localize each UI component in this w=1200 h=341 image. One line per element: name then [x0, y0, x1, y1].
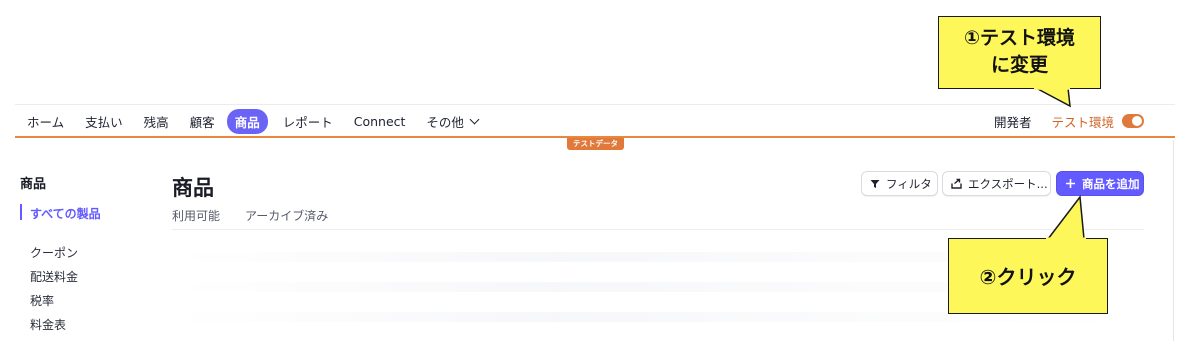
test-mode-label: テスト環境	[1051, 114, 1114, 130]
nav-item-connect[interactable]: Connect	[354, 114, 406, 129]
content-right-border	[1173, 140, 1174, 341]
callout-click-tail	[1046, 195, 1086, 241]
filter-button[interactable]: フィルタ	[861, 171, 938, 196]
sidebar-item-all-products[interactable]: すべての製品	[30, 205, 101, 222]
nav-item-products[interactable]: 商品	[226, 108, 268, 134]
export-upload-icon	[951, 178, 962, 189]
filter-funnel-icon	[870, 179, 880, 188]
callout-test-mode: ①テスト環境 に変更	[938, 16, 1101, 89]
sidebar-title: 商品	[20, 177, 47, 192]
nav-item-payments[interactable]: 支払い	[85, 112, 123, 131]
test-mode-toggle[interactable]	[1122, 114, 1144, 128]
callout-test-mode-line1: ①テスト環境	[963, 27, 1076, 49]
filter-button-label: フィルタ	[886, 176, 932, 191]
nav-item-more[interactable]: その他	[426, 112, 480, 131]
sidebar-item-pricing-tables[interactable]: 料金表	[30, 316, 66, 333]
sidebar-item-tax-rates[interactable]: 税率	[30, 292, 54, 309]
nav-right: 開発者 テスト環境	[994, 105, 1144, 137]
developers-link[interactable]: 開発者	[994, 112, 1032, 131]
export-button[interactable]: エクスポート...	[942, 171, 1051, 196]
page-title: 商品	[172, 176, 214, 200]
nav-items: ホーム 支払い 残高 顧客 商品 レポート Connect その他	[15, 105, 486, 137]
top-navigation: ホーム 支払い 残高 顧客 商品 レポート Connect その他 開発者 テス…	[15, 104, 1175, 138]
add-product-button[interactable]: 商品を追加	[1056, 171, 1144, 196]
test-data-badge: テストデータ	[567, 138, 624, 150]
tab-available[interactable]: 利用可能	[172, 207, 220, 224]
callout-click: ②クリック	[948, 238, 1108, 314]
tab-divider	[172, 229, 1144, 230]
sidebar-active-indicator	[20, 204, 22, 220]
callout-test-mode-line2: に変更	[990, 54, 1048, 76]
callout-test-mode-tail	[1034, 86, 1071, 108]
product-tabs: 利用可能 アーカイブ済み	[172, 207, 353, 224]
nav-item-customers[interactable]: 顧客	[190, 112, 215, 131]
nav-more-label: その他	[426, 114, 464, 130]
nav-item-home[interactable]: ホーム	[27, 112, 64, 131]
toggle-knob	[1132, 116, 1142, 126]
chevron-down-icon	[469, 114, 480, 124]
sidebar-item-coupons[interactable]: クーポン	[30, 244, 78, 261]
add-product-button-label: 商品を追加	[1082, 176, 1140, 191]
nav-item-balances[interactable]: 残高	[144, 112, 169, 131]
export-button-label: エクスポート...	[968, 176, 1048, 191]
plus-icon	[1066, 179, 1075, 188]
sidebar-item-shipping-rates[interactable]: 配送料金	[30, 268, 78, 285]
nav-item-reports[interactable]: レポート	[283, 112, 333, 131]
tab-archived[interactable]: アーカイブ済み	[245, 207, 328, 224]
